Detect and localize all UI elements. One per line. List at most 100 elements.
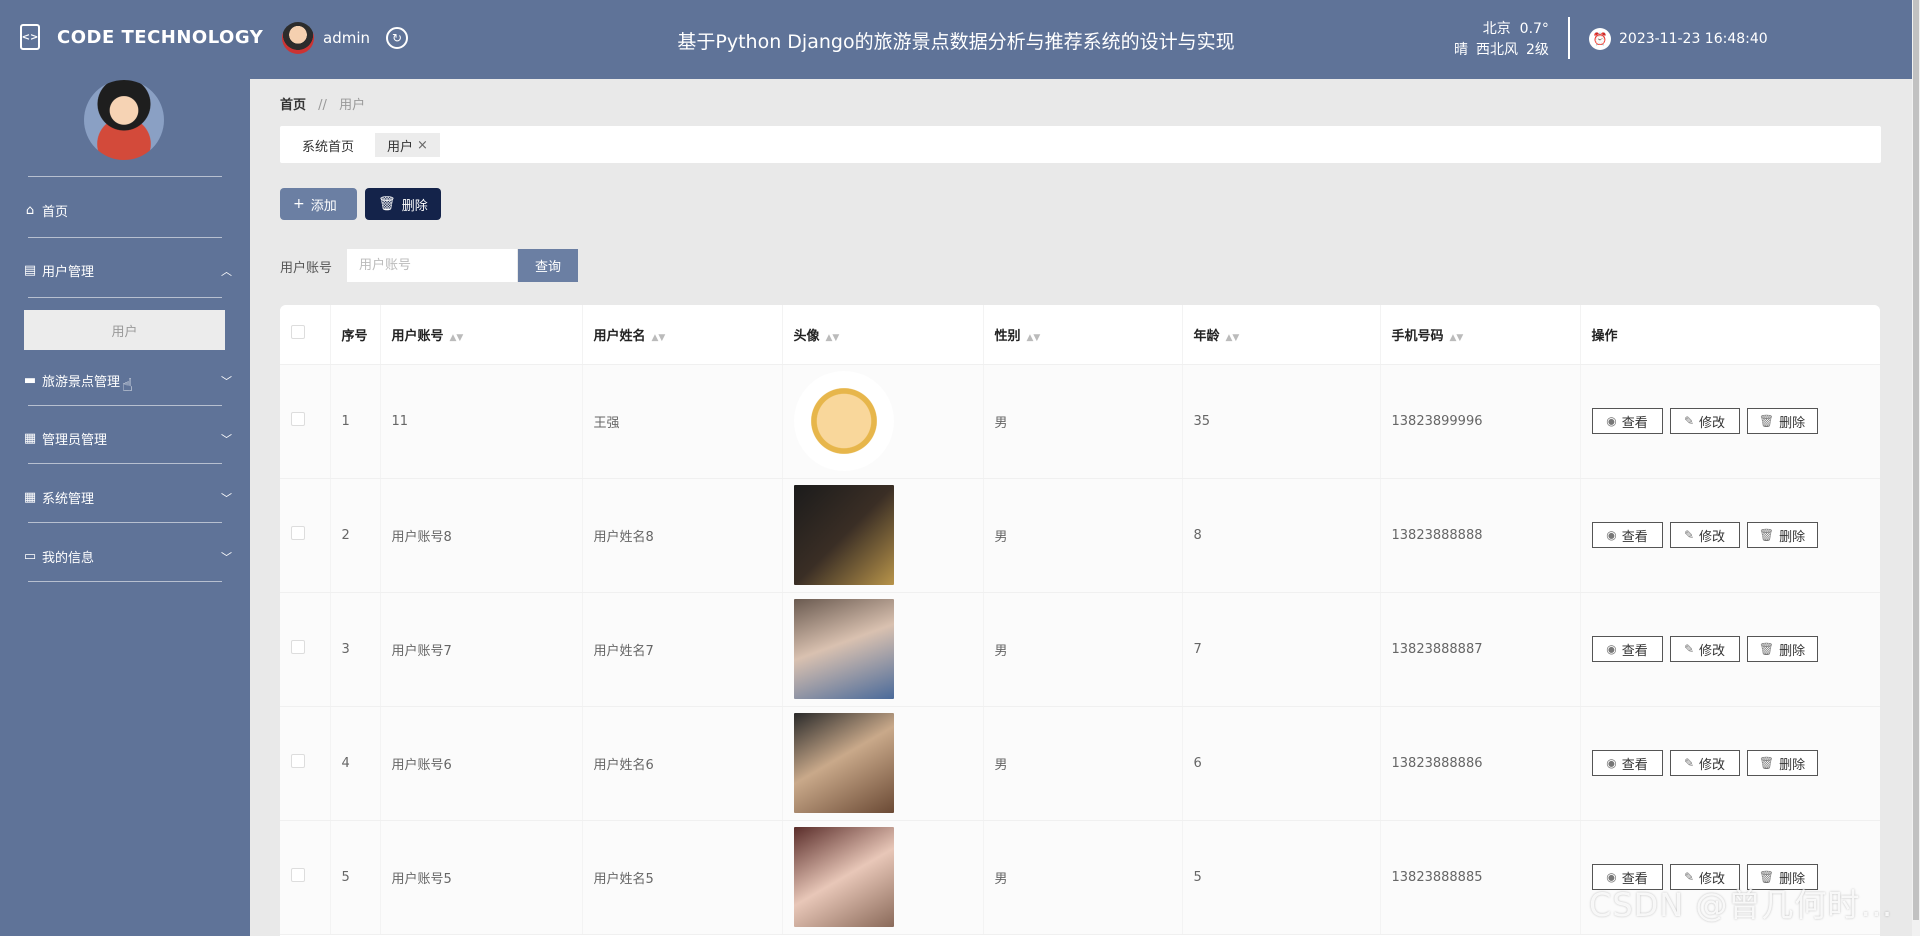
pencil-icon: ✎ xyxy=(1683,642,1695,656)
eye-icon: ◉ xyxy=(1606,528,1617,542)
sort-icon[interactable]: ▲▼ xyxy=(1226,333,1240,343)
col-header-phone[interactable]: 手机号码 ▲▼ xyxy=(1380,305,1581,365)
close-icon[interactable]: × xyxy=(417,138,428,153)
sidebar-item-label: 系统管理 xyxy=(42,492,95,507)
search-button[interactable]: 查询 xyxy=(518,249,578,282)
view-label: 查看 xyxy=(1621,415,1648,431)
eye-icon: ◉ xyxy=(1606,414,1617,428)
row-select-cell[interactable] xyxy=(280,592,331,707)
pencil-icon: ✎ xyxy=(1683,414,1695,428)
avatar[interactable] xyxy=(282,22,314,54)
divider xyxy=(28,237,222,238)
cell-name: 王强 xyxy=(582,364,783,479)
sidebar-item-admin-management[interactable]: ▦ 管理员管理 ﹀ xyxy=(22,429,232,448)
delete-button[interactable]: 🗑 删除 xyxy=(1746,750,1818,776)
view-label: 查看 xyxy=(1621,529,1648,545)
col-header-name[interactable]: 用户姓名 ▲▼ xyxy=(582,305,783,365)
grid-icon: ▦ xyxy=(23,431,37,446)
card-icon: ▭ xyxy=(23,549,37,564)
eye-icon: ◉ xyxy=(1606,642,1617,656)
cell-age: 5 xyxy=(1182,820,1381,935)
row-select-cell[interactable] xyxy=(280,478,331,593)
delete-button[interactable]: 🗑 删除 xyxy=(1746,408,1818,434)
refresh-icon[interactable]: ↻ xyxy=(386,27,408,49)
select-all-cell[interactable] xyxy=(280,305,331,365)
cell-gender: 男 xyxy=(983,706,1183,821)
hand-cursor-icon: ☝ xyxy=(122,375,133,396)
sort-icon[interactable]: ▲▼ xyxy=(652,333,666,343)
row-select-cell[interactable] xyxy=(280,706,331,821)
user-avatar-image[interactable] xyxy=(793,371,894,471)
sidebar-item-home[interactable]: ⌂ 首页 xyxy=(22,201,232,220)
delete-label: 删除 xyxy=(1779,529,1806,545)
view-label: 查看 xyxy=(1621,757,1648,773)
col-header-account[interactable]: 用户账号 ▲▼ xyxy=(380,305,583,365)
code-file-icon: <> xyxy=(20,24,40,50)
col-header-gender[interactable]: 性别 ▲▼ xyxy=(983,305,1183,365)
delete-button[interactable]: 🗑 删除 xyxy=(1746,522,1818,548)
page-scrollbar[interactable] xyxy=(1912,0,1920,936)
row-checkbox[interactable] xyxy=(291,412,305,426)
sidebar: ⌂ 首页 ▤ 用户管理 ︿ 用户 ▬ 旅游景点管理 ﹀ ☝ ▦ 管理员管理 ﹀ … xyxy=(0,79,250,936)
view-button[interactable]: ◉ 查看 xyxy=(1591,750,1663,776)
breadcrumb-home[interactable]: 首页 xyxy=(280,98,306,113)
edit-button[interactable]: ✎ 修改 xyxy=(1669,408,1740,434)
tab-user[interactable]: 用户 × xyxy=(375,133,440,157)
sidebar-item-user-management[interactable]: ▤ 用户管理 ︿ xyxy=(22,261,232,280)
user-table: 序号 用户账号 ▲▼ 用户姓名 ▲▼ 头像 ▲▼ 性别 ▲▼ 年龄 ▲▼ 手机号码 ▲▼ 操… xyxy=(280,305,1880,936)
divider xyxy=(28,297,222,298)
col-header-avatar[interactable]: 头像 ▲▼ xyxy=(782,305,984,365)
user-name[interactable]: admin xyxy=(323,29,370,47)
sidebar-item-my-info[interactable]: ▭ 我的信息 ﹀ xyxy=(22,547,232,566)
edit-button[interactable]: ✎ 修改 xyxy=(1669,636,1740,662)
row-select-cell[interactable] xyxy=(280,820,331,935)
cell-avatar xyxy=(782,592,984,707)
cell-age: 7 xyxy=(1182,592,1381,707)
top-header: <> CODE TECHNOLOGY admin ↻ 基于Python Djan… xyxy=(0,0,1912,79)
view-button[interactable]: ◉ 查看 xyxy=(1591,636,1663,662)
user-avatar-image[interactable] xyxy=(793,485,894,585)
sort-icon[interactable]: ▲▼ xyxy=(450,333,464,343)
sidebar-item-label: 首页 xyxy=(42,205,69,220)
sidebar-item-system-management[interactable]: ▦ 系统管理 ﹀ xyxy=(22,488,232,507)
row-checkbox[interactable] xyxy=(291,754,305,768)
select-all-checkbox[interactable] xyxy=(291,325,305,340)
cell-no: 4 xyxy=(330,706,381,821)
delete-button-label: 删除 xyxy=(401,198,428,214)
sidebar-subitem-user[interactable]: 用户 xyxy=(24,310,225,350)
header-divider xyxy=(1568,17,1570,59)
batch-delete-button[interactable]: 🗑 删除 xyxy=(365,188,441,220)
sort-icon[interactable]: ▲▼ xyxy=(1450,333,1464,343)
weather-temp: 0.7° xyxy=(1519,21,1549,37)
row-checkbox[interactable] xyxy=(291,640,305,654)
edit-button[interactable]: ✎ 修改 xyxy=(1669,522,1740,548)
col-header-age[interactable]: 年龄 ▲▼ xyxy=(1182,305,1381,365)
row-select-cell[interactable] xyxy=(280,364,331,479)
clock: ⏰ 2023-11-23 16:48:40 xyxy=(1589,28,1768,50)
view-button[interactable]: ◉ 查看 xyxy=(1591,408,1663,434)
cell-age: 35 xyxy=(1182,364,1381,479)
user-avatar-image[interactable] xyxy=(793,599,894,699)
search-input[interactable] xyxy=(347,249,517,282)
tab-system-home[interactable]: 系统首页 xyxy=(290,133,366,157)
row-checkbox[interactable] xyxy=(291,526,305,540)
sidebar-avatar xyxy=(84,80,164,160)
chevron-down-icon: ﹀ xyxy=(221,432,232,446)
row-checkbox[interactable] xyxy=(291,868,305,882)
user-menu[interactable]: admin ↻ xyxy=(282,22,408,54)
cell-account: 用户账号6 xyxy=(380,706,583,821)
chevron-up-icon: ︿ xyxy=(221,264,232,278)
cell-gender: 男 xyxy=(983,820,1183,935)
user-avatar-image[interactable] xyxy=(793,827,894,927)
edit-button[interactable]: ✎ 修改 xyxy=(1669,750,1740,776)
delete-button[interactable]: 🗑 删除 xyxy=(1746,636,1818,662)
sort-icon[interactable]: ▲▼ xyxy=(826,333,840,343)
pencil-icon: ✎ xyxy=(1683,756,1695,770)
breadcrumb-separator: // xyxy=(318,98,327,113)
col-header-label: 头像 xyxy=(793,328,820,344)
sort-icon[interactable]: ▲▼ xyxy=(1027,333,1041,343)
user-avatar-image[interactable] xyxy=(793,713,894,813)
add-button[interactable]: + 添加 xyxy=(280,188,357,220)
scrollbar-thumb[interactable] xyxy=(1913,0,1919,920)
view-button[interactable]: ◉ 查看 xyxy=(1591,522,1663,548)
